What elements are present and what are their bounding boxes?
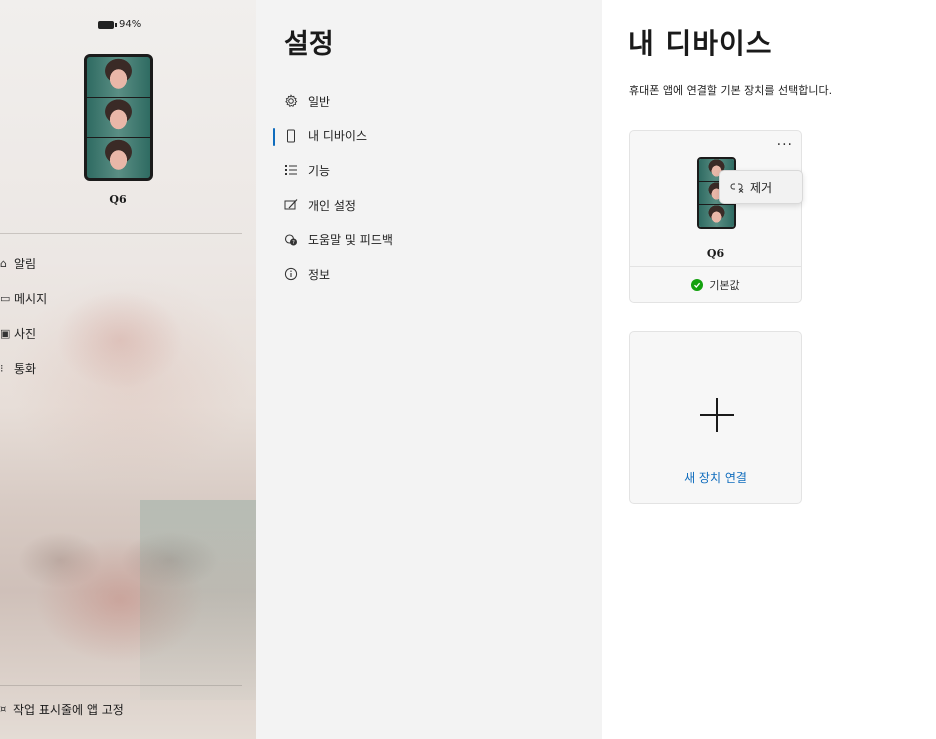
- gear-icon: [284, 94, 298, 108]
- my-devices-pane: 내 디바이스 휴대폰 앱에 연결할 기본 장치를 선택합니다. ··· 제거 Q…: [602, 0, 936, 739]
- settings-item-label: 내 디바이스: [308, 129, 368, 144]
- settings-title: 설정: [284, 29, 334, 60]
- add-device-card[interactable]: 새 장치 연결: [629, 331, 802, 504]
- phone-nav-item-photos[interactable]: ▣ 사진: [0, 316, 47, 351]
- settings-item-general[interactable]: 일반: [272, 84, 592, 119]
- phone-nav-label: 통화: [14, 362, 37, 376]
- svg-text:?: ?: [292, 240, 295, 246]
- remove-label: 제거: [750, 180, 773, 195]
- phone-nav-label: 메시지: [14, 292, 48, 306]
- device-card[interactable]: ··· 제거 Q6 기본값: [629, 130, 803, 303]
- settings-item-label: 개인 설정: [308, 198, 356, 213]
- device-name: Q6: [706, 247, 725, 260]
- settings-item-my-devices[interactable]: 내 디바이스: [272, 119, 592, 154]
- phone-nav: ⌂ 알림 ▭ 메시지 ▣ 사진 ⁝ 통화: [0, 246, 47, 386]
- page-title: 내 디바이스: [628, 27, 773, 60]
- message-icon: ▭: [0, 292, 11, 305]
- settings-item-label: 도움말 및 피드백: [308, 233, 393, 248]
- phone-nav-item-calls[interactable]: ⁝ 통화: [0, 351, 47, 386]
- phone-nav-label: 사진: [14, 327, 37, 341]
- settings-item-label: 정보: [308, 267, 331, 282]
- phone-nav-item-alerts[interactable]: ⌂ 알림: [0, 246, 47, 281]
- call-icon: ⁝: [0, 362, 4, 375]
- more-options-button[interactable]: ···: [777, 137, 793, 153]
- bell-icon: ⌂: [0, 257, 7, 270]
- pin-icon: ¤: [0, 704, 7, 715]
- phone-wallpaper-thumbnail[interactable]: [84, 54, 153, 181]
- default-label: 기본값: [709, 278, 740, 292]
- plus-icon: [700, 398, 734, 432]
- battery-status: 94%: [98, 19, 141, 30]
- default-status: 기본값: [630, 266, 801, 302]
- battery-percent: 94%: [119, 19, 142, 30]
- settings-item-label: 일반: [308, 94, 331, 109]
- page-subtitle: 휴대폰 앱에 연결할 기본 장치를 선택합니다.: [629, 84, 833, 97]
- settings-nav: 일반 내 디바이스 기능 개인 설정 ? 도움말 및 피드백 정보: [272, 84, 592, 292]
- settings-item-label: 기능: [308, 163, 331, 178]
- settings-item-features[interactable]: 기능: [272, 153, 592, 188]
- phone-icon: [284, 129, 298, 143]
- divider: [0, 685, 242, 686]
- settings-item-personalization[interactable]: 개인 설정: [272, 188, 592, 223]
- unlink-icon: [730, 181, 744, 193]
- personalize-icon: [284, 198, 298, 212]
- pin-to-taskbar-button[interactable]: ¤ 작업 표시줄에 앱 고정: [0, 701, 124, 718]
- photo-icon: ▣: [0, 327, 11, 340]
- phone-nav-item-messages[interactable]: ▭ 메시지: [0, 281, 47, 316]
- divider: [0, 233, 242, 234]
- settings-pane: 설정 일반 내 디바이스 기능 개인 설정 ? 도움말 및 피드백 정보: [256, 0, 602, 739]
- context-menu-remove[interactable]: 제거: [719, 170, 803, 204]
- feedback-icon: ?: [284, 233, 298, 247]
- info-icon: [284, 267, 298, 281]
- phone-panel: 94% Q6 ⌂ 알림 ▭ 메시지 ▣ 사진 ⁝ 통화 ¤ 작업 표시줄에 앱 …: [0, 0, 256, 739]
- add-device-label: 새 장치 연결: [684, 471, 747, 485]
- check-circle-icon: [691, 278, 704, 291]
- pin-to-taskbar-label: 작업 표시줄에 앱 고정: [13, 703, 124, 717]
- phone-nav-label: 알림: [14, 257, 37, 271]
- settings-item-help-feedback[interactable]: ? 도움말 및 피드백: [272, 222, 592, 257]
- settings-item-about[interactable]: 정보: [272, 257, 592, 292]
- phone-device-name: Q6: [109, 193, 127, 206]
- battery-icon: [98, 20, 117, 29]
- features-list-icon: [284, 163, 298, 177]
